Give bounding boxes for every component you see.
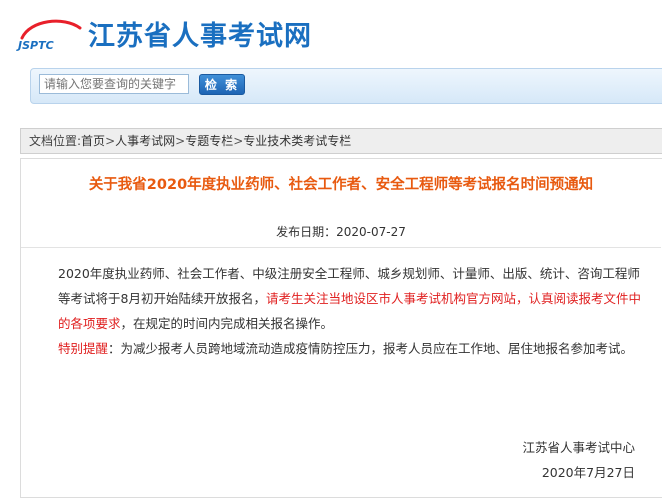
- article-title: 关于我省2020年度执业药师、社会工作者、安全工程师等考试报名时间预通知: [88, 177, 594, 193]
- signature-date: 2020年7月27日: [541, 465, 635, 480]
- breadcrumb-item-professional-exams[interactable]: 专业技术类考试专栏: [243, 134, 351, 148]
- search-button[interactable]: 检 索: [199, 74, 245, 95]
- breadcrumb: 文档位置:首页>人事考试网>专题专栏>专业技术类考试专栏: [20, 128, 662, 154]
- article-body: 2020年度执业药师、社会工作者、中级注册安全工程师、城乡规划师、计量师、出版、…: [33, 261, 645, 361]
- publish-date-value: 2020-07-27: [336, 225, 406, 239]
- signature-org: 江苏省人事考试中心: [522, 440, 635, 455]
- breadcrumb-item-home[interactable]: 首页: [81, 134, 105, 148]
- special-reminder-label: 特别提醒: [58, 341, 109, 356]
- paragraph-text: ，在规定的时间内完成相关报名操作。: [120, 316, 334, 331]
- site-title[interactable]: 江苏省人事考试网: [88, 20, 312, 54]
- breadcrumb-item-exam-site[interactable]: 人事考试网: [115, 134, 175, 148]
- paragraph-text: ：为减少报考人员跨地域流动造成疫情防控压力，报考人员应在工作地、居住地报名参加考…: [108, 341, 634, 356]
- signature: 江苏省人事考试中心 2020年7月27日: [522, 435, 635, 485]
- publish-date: 发布日期：2020-07-27: [21, 223, 661, 240]
- logo-text: JSPTC: [16, 39, 54, 52]
- article-paragraph: 2020年度执业药师、社会工作者、中级注册安全工程师、城乡规划师、计量师、出版、…: [33, 261, 645, 336]
- breadcrumb-prefix: 文档位置:: [29, 134, 82, 148]
- search-bar: 检 索: [30, 68, 662, 104]
- jsptc-logo-icon[interactable]: JSPTC: [16, 18, 84, 54]
- breadcrumb-item-topics[interactable]: 专题专栏: [185, 134, 233, 148]
- site-header: JSPTC 江苏省人事考试网 检 索: [0, 0, 662, 112]
- publish-date-label: 发布日期：: [276, 225, 337, 239]
- breadcrumb-separator: >: [105, 134, 116, 148]
- article-panel: 关于我省2020年度执业药师、社会工作者、安全工程师等考试报名时间预通知 发布日…: [20, 158, 662, 498]
- breadcrumb-separator: >: [175, 134, 186, 148]
- search-input[interactable]: [39, 74, 189, 94]
- divider: [21, 247, 661, 248]
- article-paragraph: 特别提醒：为减少报考人员跨地域流动造成疫情防控压力，报考人员应在工作地、居住地报…: [33, 336, 645, 361]
- breadcrumb-separator: >: [233, 134, 244, 148]
